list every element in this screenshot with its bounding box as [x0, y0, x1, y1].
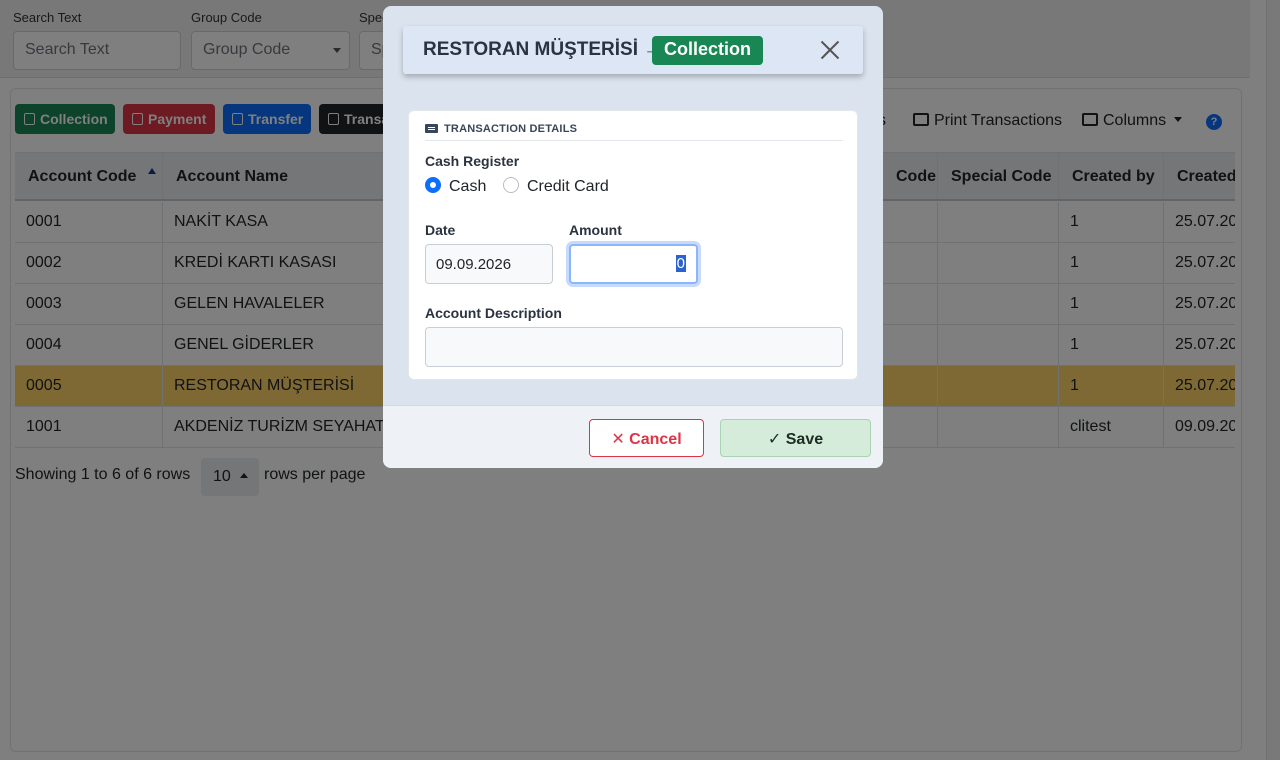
- radio-cash-indicator[interactable]: [425, 177, 441, 193]
- collection-modal: RESTORAN MÜŞTERİSİ → Collection TRANSACT…: [383, 6, 883, 468]
- date-label: Date: [425, 222, 456, 238]
- date-field[interactable]: 09.09.2026: [425, 244, 553, 284]
- radio-credit-card-indicator[interactable]: [503, 177, 519, 193]
- close-icon[interactable]: [820, 40, 840, 60]
- radio-cash[interactable]: Cash: [425, 177, 486, 196]
- radio-credit-card[interactable]: Credit Card: [503, 177, 609, 196]
- id-card-icon: [425, 124, 438, 133]
- cancel-button[interactable]: ✕ Cancel: [589, 419, 704, 457]
- radio-cash-label: Cash: [449, 178, 487, 195]
- account-description-field[interactable]: [425, 327, 843, 367]
- transaction-type-badge: Collection: [652, 36, 764, 65]
- amount-label: Amount: [569, 222, 622, 238]
- amount-field[interactable]: 0: [569, 244, 698, 284]
- modal-footer: ✕ Cancel ✓ Save: [383, 405, 883, 468]
- radio-credit-card-label: Credit Card: [527, 178, 609, 195]
- save-button[interactable]: ✓ Save: [720, 419, 871, 457]
- section-title: TRANSACTION DETAILS: [425, 123, 843, 141]
- modal-header: RESTORAN MÜŞTERİSİ → Collection: [403, 26, 863, 74]
- amount-selected-value: 0: [675, 255, 686, 272]
- cash-register-label: Cash Register: [425, 153, 520, 169]
- account-description-label: Account Description: [425, 305, 562, 321]
- transaction-details-card: TRANSACTION DETAILS Cash Register Cash C…: [408, 110, 858, 380]
- modal-title: RESTORAN MÜŞTERİSİ →: [423, 39, 663, 60]
- section-title-label: TRANSACTION DETAILS: [444, 123, 578, 135]
